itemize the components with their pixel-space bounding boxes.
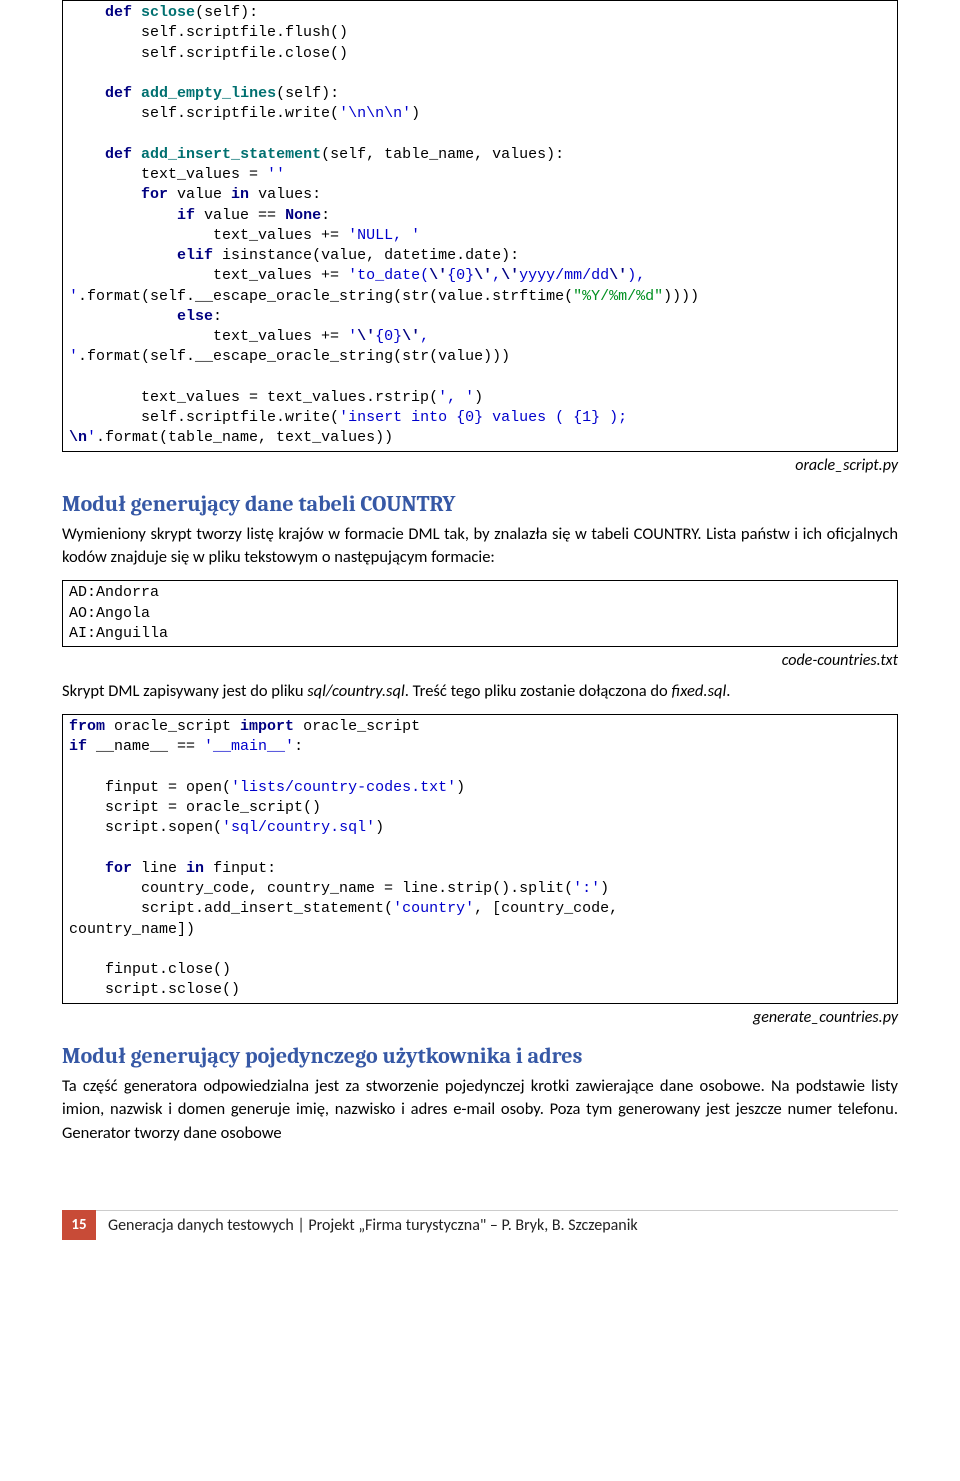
footer: 15 Generacja danych testowych | Projekt …: [0, 1210, 960, 1240]
paragraph-user-intro: Ta część generatora odpowiedzialna jest …: [62, 1075, 898, 1147]
heading-country-module: Moduł generujący dane tabeli COUNTRY: [62, 491, 898, 517]
page-number: 15: [62, 1210, 96, 1240]
caption-code-countries: code-countries.txt: [62, 651, 898, 670]
caption-oracle-script: oracle_script.py: [62, 456, 898, 475]
heading-user-module: Moduł generujący pojedynczego użytkownik…: [62, 1043, 898, 1069]
code-block-countries-list: AD:Andorra AO:Angola AI:Anguilla: [62, 580, 898, 647]
paragraph-country-intro: Wymieniony skrypt tworzy listę krajów w …: [62, 523, 898, 571]
footer-text: Generacja danych testowych | Projekt „Fi…: [96, 1210, 898, 1240]
paragraph-dml-output: Skrypt DML zapisywany jest do pliku sql/…: [62, 680, 898, 704]
code-block-oracle-script: def sclose(self): self.scriptfile.flush(…: [62, 0, 898, 452]
code-block-generate-countries: from oracle_script import oracle_script …: [62, 714, 898, 1004]
caption-generate-countries: generate_countries.py: [62, 1008, 898, 1027]
